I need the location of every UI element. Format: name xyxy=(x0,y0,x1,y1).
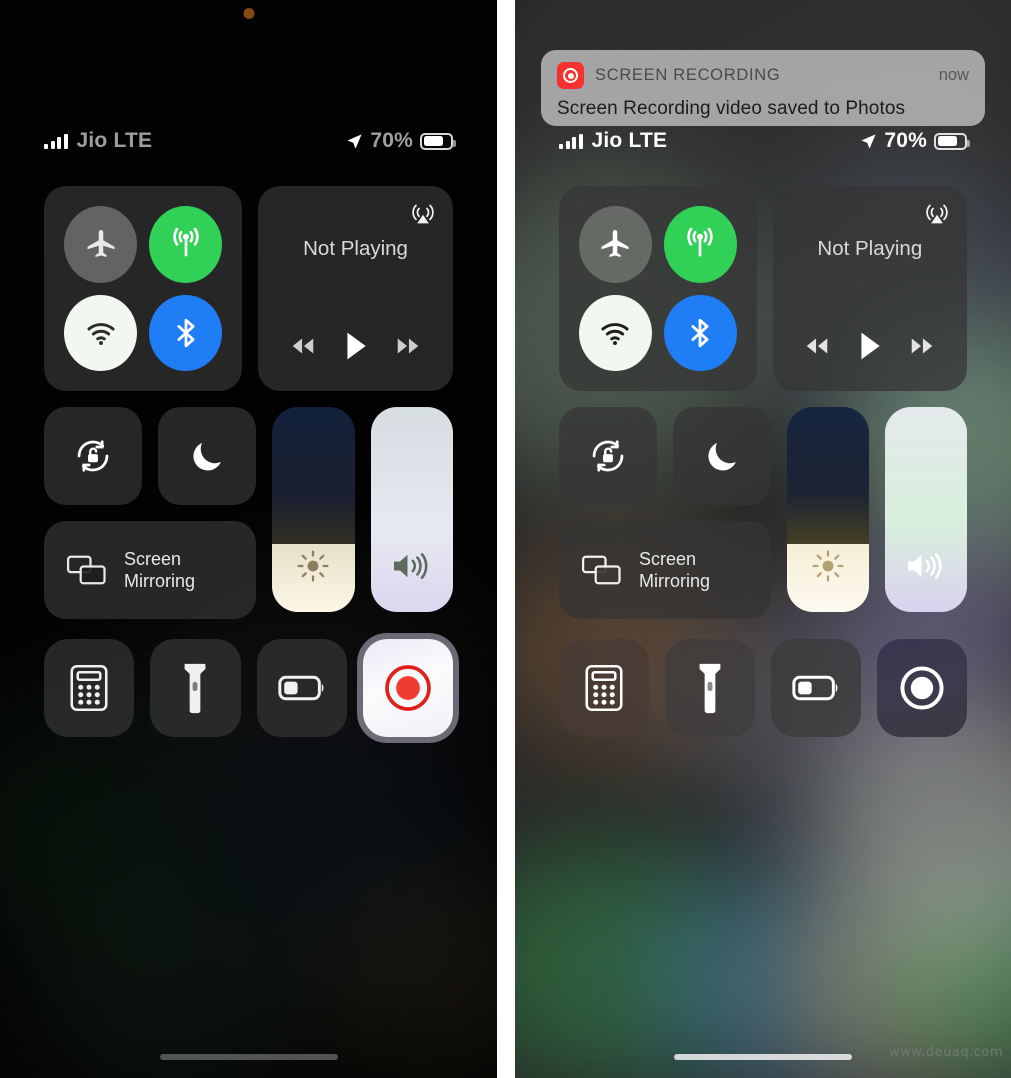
bluetooth-icon xyxy=(177,318,195,347)
speaker-waves-icon xyxy=(393,553,428,579)
calculator-icon xyxy=(70,664,108,712)
screen-recording-tile[interactable] xyxy=(362,639,453,737)
left-phone-screen: Jio LTE 70% Not Playing Screen Mirroring xyxy=(0,0,497,1078)
rewind-icon[interactable] xyxy=(289,335,317,357)
rotation-lock-icon xyxy=(77,440,109,472)
notification-app-title: SCREEN RECORDING xyxy=(595,66,781,84)
moon-icon xyxy=(193,443,221,471)
home-indicator[interactable] xyxy=(159,1054,338,1060)
calculator-icon xyxy=(585,664,623,712)
brightness-sun-icon xyxy=(297,550,329,582)
battery-percent-label: 70% xyxy=(884,129,927,152)
speaker-waves-icon xyxy=(908,553,942,579)
calculator-tile[interactable] xyxy=(44,639,135,737)
flashlight-tile[interactable] xyxy=(150,639,241,737)
play-icon[interactable] xyxy=(343,331,369,361)
flashlight-tile[interactable] xyxy=(665,639,755,737)
location-arrow-icon xyxy=(347,133,362,149)
do-not-disturb-toggle[interactable] xyxy=(158,407,256,505)
airplane-mode-toggle[interactable] xyxy=(579,206,652,283)
notification-time: now xyxy=(938,66,969,84)
calculator-tile[interactable] xyxy=(559,639,649,737)
rotation-lock-toggle[interactable] xyxy=(559,407,657,505)
screen-mirroring-button[interactable]: Screen Mirroring xyxy=(559,521,771,619)
low-power-mode-tile[interactable] xyxy=(771,639,861,737)
brightness-sun-icon xyxy=(812,550,844,582)
media-playback-module[interactable]: Not Playing xyxy=(258,186,453,391)
battery-icon xyxy=(420,132,456,150)
media-playback-module[interactable]: Not Playing xyxy=(772,186,967,391)
screenshot-stage: Jio LTE 70% Not Playing Screen Mirroring… xyxy=(0,0,1011,1078)
screen-mirroring-icon xyxy=(581,555,621,585)
brightness-slider[interactable] xyxy=(272,407,355,612)
brightness-slider[interactable] xyxy=(787,407,869,612)
location-arrow-icon xyxy=(861,133,876,149)
low-power-mode-tile[interactable] xyxy=(256,639,347,737)
rotation-lock-toggle[interactable] xyxy=(44,407,142,505)
wifi-toggle[interactable] xyxy=(579,294,652,371)
carrier-label: Jio LTE xyxy=(76,129,153,152)
cellular-data-toggle[interactable] xyxy=(149,206,223,283)
airplane-mode-toggle[interactable] xyxy=(64,206,138,283)
screen-mirroring-line2: Mirroring xyxy=(124,571,196,591)
screen-mirroring-line1: Screen xyxy=(124,548,182,569)
carrier-label: Jio LTE xyxy=(591,129,668,152)
signal-bars-icon xyxy=(44,133,68,149)
bluetooth-toggle[interactable] xyxy=(663,294,737,371)
now-playing-label: Not Playing xyxy=(303,237,408,260)
microphone-recording-dot xyxy=(243,8,254,19)
wifi-icon xyxy=(86,322,115,345)
play-icon[interactable] xyxy=(857,331,883,361)
rewind-icon[interactable] xyxy=(803,335,831,357)
bluetooth-icon xyxy=(691,318,709,347)
right-phone-screen: SCREEN RECORDING now Screen Recording vi… xyxy=(515,0,1011,1078)
wifi-icon xyxy=(601,322,629,345)
now-playing-label: Not Playing xyxy=(817,237,923,260)
left-control-center: Not Playing Screen Mirroring xyxy=(0,186,497,737)
screen-mirroring-line1: Screen xyxy=(639,548,697,569)
cellular-antenna-icon xyxy=(687,228,713,257)
flashlight-icon xyxy=(699,663,721,714)
screen-mirroring-button[interactable]: Screen Mirroring xyxy=(44,521,256,619)
fast-forward-icon[interactable] xyxy=(394,335,422,357)
screen-mirroring-icon xyxy=(66,555,106,585)
home-indicator[interactable] xyxy=(674,1054,852,1060)
screen-record-icon xyxy=(385,665,431,711)
right-control-center: Not Playing Screen Mirroring xyxy=(515,186,1011,737)
left-status-bar: Jio LTE 70% xyxy=(0,126,497,156)
volume-slider[interactable] xyxy=(370,407,453,612)
right-status-bar: Jio LTE 70% xyxy=(515,126,1011,156)
wifi-toggle[interactable] xyxy=(64,294,138,371)
fast-forward-icon[interactable] xyxy=(908,335,936,357)
connectivity-module[interactable] xyxy=(44,186,243,391)
airplane-icon xyxy=(87,230,115,258)
battery-icon xyxy=(934,132,970,150)
battery-tile-icon xyxy=(792,675,838,701)
connectivity-module[interactable] xyxy=(559,186,757,391)
screen-record-notification-icon xyxy=(557,62,584,89)
screen-mirroring-line2: Mirroring xyxy=(639,571,711,591)
volume-slider[interactable] xyxy=(885,407,967,612)
screen-recording-tile[interactable] xyxy=(877,639,967,737)
battery-tile-icon xyxy=(277,675,324,701)
signal-bars-icon xyxy=(559,133,583,149)
battery-percent-label: 70% xyxy=(370,129,413,152)
screen-recording-notification[interactable]: SCREEN RECORDING now Screen Recording vi… xyxy=(541,50,985,126)
moon-icon xyxy=(708,443,736,471)
watermark: www.deuaq.com xyxy=(889,1045,1003,1060)
notification-body: Screen Recording video saved to Photos xyxy=(557,98,906,119)
do-not-disturb-toggle[interactable] xyxy=(673,407,771,505)
screen-record-icon xyxy=(900,666,944,710)
flashlight-icon xyxy=(184,663,206,714)
bluetooth-toggle[interactable] xyxy=(149,294,223,371)
cellular-antenna-icon xyxy=(172,228,199,257)
cellular-data-toggle[interactable] xyxy=(663,206,737,283)
rotation-lock-icon xyxy=(592,440,624,472)
airplane-icon xyxy=(601,230,629,258)
